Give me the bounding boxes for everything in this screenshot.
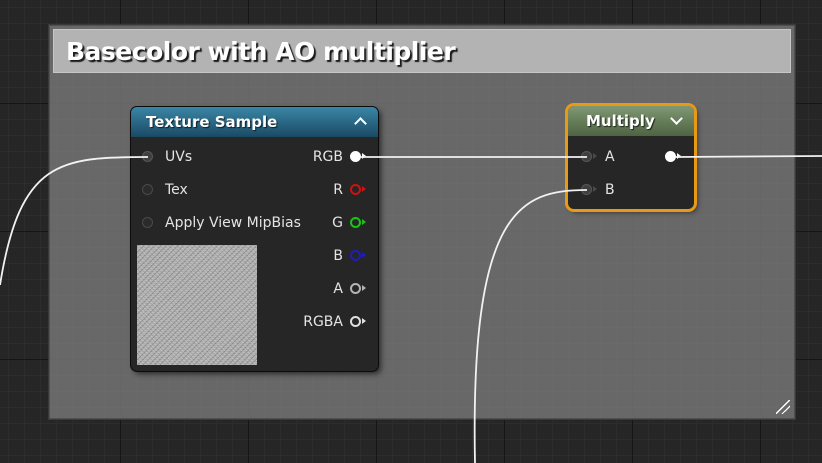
a-output-label: A	[333, 281, 343, 297]
r-output-label: R	[333, 182, 343, 198]
rgba-output-pin[interactable]	[350, 316, 361, 327]
r-arrow-icon	[362, 186, 366, 192]
g-output-label: G	[332, 215, 343, 231]
g-output-pin[interactable]	[350, 217, 361, 228]
rgba-arrow-icon	[362, 318, 366, 324]
b-input-arrow-icon	[593, 186, 597, 192]
expand-arrow-icon[interactable]	[668, 106, 686, 136]
rgb-output-label: RGB	[312, 149, 343, 165]
rgb-arrow-icon	[362, 153, 366, 159]
a-input-arrow-icon	[593, 153, 597, 159]
a-arrow-icon	[362, 285, 366, 291]
tex-input-pin[interactable]	[142, 184, 153, 195]
uvs-input-pin[interactable]	[142, 151, 153, 162]
uvs-input-label: UVs	[165, 149, 193, 165]
b-arrow-icon	[362, 252, 366, 258]
result-output-pin[interactable]	[665, 151, 676, 162]
comment-title[interactable]: Basecolor with AO multiplier	[53, 29, 791, 73]
node-title: Texture Sample	[146, 113, 278, 131]
apply-view-mipbias-label: Apply View MipBias	[165, 215, 301, 231]
tex-input-label: Tex	[165, 182, 188, 198]
result-arrow-icon	[677, 153, 681, 159]
b-input-pin[interactable]	[581, 184, 592, 195]
node-title: Multiply	[586, 112, 655, 130]
a-output-pin[interactable]	[350, 283, 361, 294]
node-header[interactable]: Texture Sample	[131, 107, 378, 137]
b-output-label: B	[333, 248, 343, 264]
texture-sample-node[interactable]: Texture Sample UVs Tex Apply View MipBia…	[131, 107, 378, 371]
rgb-output-pin[interactable]	[350, 151, 361, 162]
apply-view-mipbias-input-pin[interactable]	[142, 217, 153, 228]
b-input-label: B	[605, 182, 615, 198]
resize-handle-icon[interactable]	[776, 400, 790, 414]
node-header[interactable]: Multiply	[568, 106, 694, 136]
g-arrow-icon	[362, 219, 366, 225]
texture-preview-thumbnail	[137, 245, 257, 365]
a-input-pin[interactable]	[581, 151, 592, 162]
rgba-output-label: RGBA	[303, 314, 343, 330]
multiply-node[interactable]: Multiply A B	[568, 106, 694, 209]
a-input-label: A	[605, 149, 615, 165]
r-output-pin[interactable]	[350, 184, 361, 195]
collapse-arrow-icon[interactable]	[352, 107, 370, 137]
b-output-pin[interactable]	[350, 250, 361, 261]
